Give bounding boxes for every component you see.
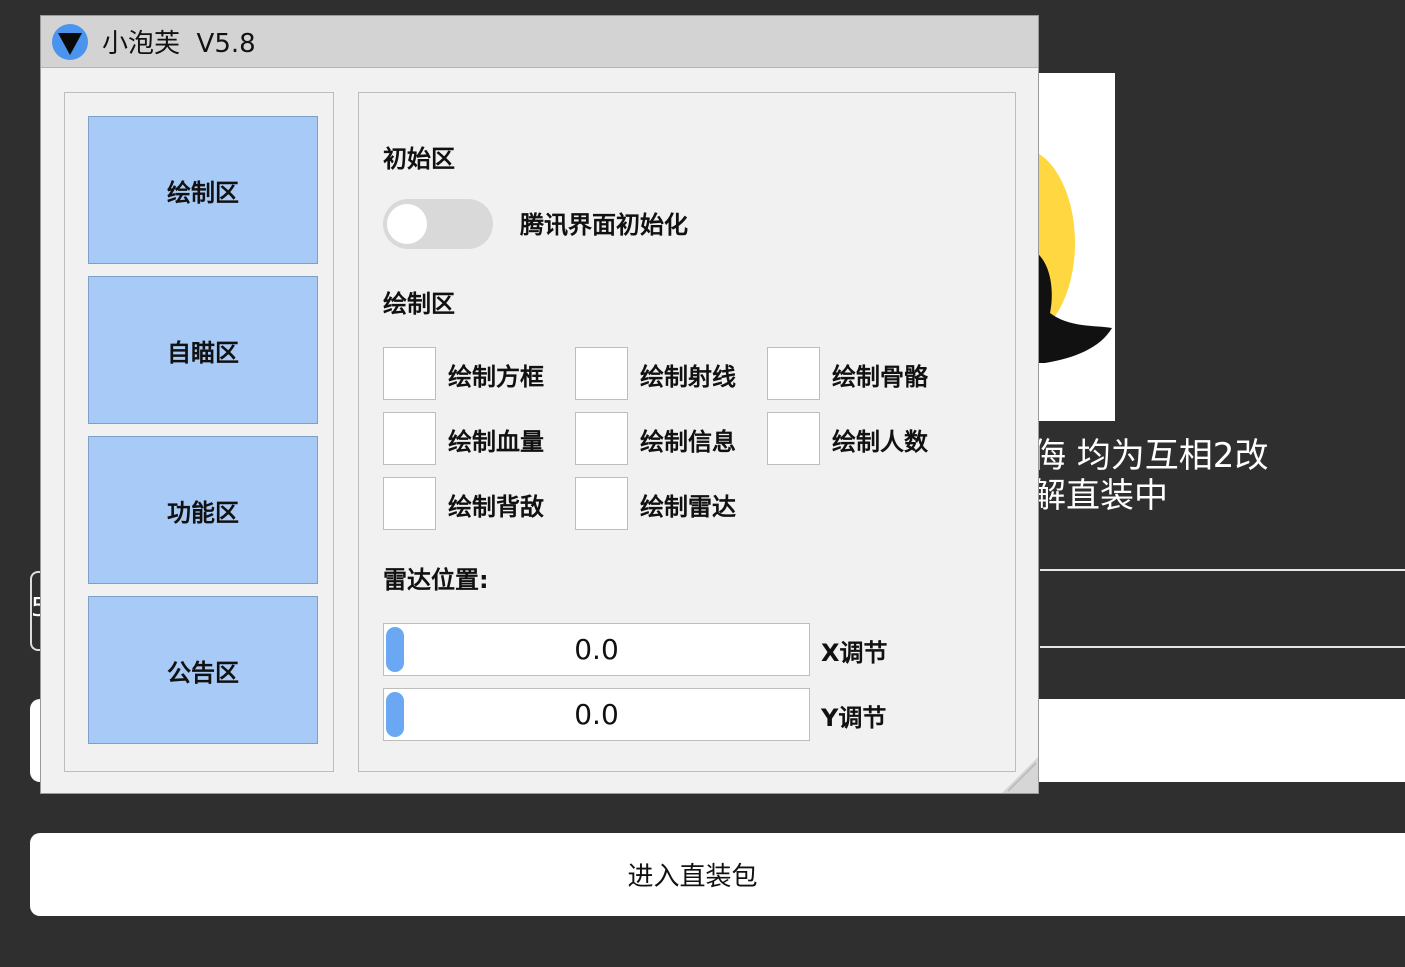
nav-draw-button[interactable]: 绘制区 bbox=[88, 116, 318, 264]
background-notice-line-1: 侮 均为互相2改 bbox=[1032, 436, 1269, 476]
checkbox-draw-info-label: 绘制信息 bbox=[640, 428, 736, 456]
ui-init-toggle[interactable] bbox=[383, 199, 493, 249]
content-panel: 初始区 腾讯界面初始化 绘制区 绘制方框 绘制射线 绘制骨骼 绘制血量 绘制信息… bbox=[358, 92, 1016, 772]
radar-section-title: 雷达位置: bbox=[383, 566, 489, 594]
checkbox-draw-radar[interactable] bbox=[575, 477, 628, 530]
checkbox-draw-behind-enemy[interactable] bbox=[383, 477, 436, 530]
checkbox-draw-ray[interactable] bbox=[575, 347, 628, 400]
checkbox-draw-count-label: 绘制人数 bbox=[832, 428, 928, 456]
checkbox-draw-count[interactable] bbox=[767, 412, 820, 465]
nav-draw-label: 绘制区 bbox=[167, 178, 239, 207]
radar-y-slider-value: 0.0 bbox=[574, 698, 619, 731]
checkbox-draw-health[interactable] bbox=[383, 412, 436, 465]
resize-grip-icon[interactable] bbox=[1002, 757, 1038, 793]
nav-panel: 绘制区 自瞄区 功能区 公告区 bbox=[64, 92, 334, 772]
enter-package-button[interactable]: 进入直装包 bbox=[30, 833, 1405, 916]
radar-x-slider[interactable]: 0.0 bbox=[383, 623, 810, 676]
checkbox-draw-behind-enemy-label: 绘制背敌 bbox=[448, 493, 544, 521]
nav-notice-label: 公告区 bbox=[167, 658, 239, 687]
radar-x-slider-value: 0.0 bbox=[574, 633, 619, 666]
down-triangle-icon bbox=[58, 32, 82, 55]
checkbox-draw-radar-label: 绘制雷达 bbox=[640, 493, 736, 521]
init-section-title: 初始区 bbox=[383, 145, 455, 173]
enter-package-button-label: 进入直装包 bbox=[627, 862, 758, 892]
nav-function-button[interactable]: 功能区 bbox=[88, 436, 318, 584]
app-logo-icon[interactable] bbox=[52, 23, 88, 60]
window-titlebar[interactable]: 小泡芙 V5.8 bbox=[41, 16, 1038, 68]
background-notice-line-2: 解直装中 bbox=[1032, 476, 1168, 516]
nav-aim-button[interactable]: 自瞄区 bbox=[88, 276, 318, 424]
checkbox-draw-info[interactable] bbox=[575, 412, 628, 465]
nav-notice-button[interactable]: 公告区 bbox=[88, 596, 318, 744]
draw-section-title: 绘制区 bbox=[383, 290, 455, 318]
radar-y-label: Y调节 bbox=[821, 704, 887, 732]
checkbox-draw-skeleton-label: 绘制骨骼 bbox=[832, 363, 928, 391]
nav-function-label: 功能区 bbox=[167, 498, 239, 527]
checkbox-draw-ray-label: 绘制射线 bbox=[640, 363, 736, 391]
window-title: 小泡芙 V5.8 bbox=[102, 29, 256, 59]
checkbox-draw-box-label: 绘制方框 bbox=[448, 363, 544, 391]
ui-init-toggle-label: 腾讯界面初始化 bbox=[520, 211, 688, 239]
background-divider-top bbox=[1040, 569, 1405, 571]
toggle-knob bbox=[387, 204, 427, 244]
radar-x-label: X调节 bbox=[821, 639, 888, 667]
radar-y-slider[interactable]: 0.0 bbox=[383, 688, 810, 741]
nav-aim-label: 自瞄区 bbox=[167, 338, 239, 367]
background-divider-bottom bbox=[1040, 646, 1405, 648]
checkbox-draw-skeleton[interactable] bbox=[767, 347, 820, 400]
checkbox-draw-box[interactable] bbox=[383, 347, 436, 400]
cheat-menu-window[interactable]: 小泡芙 V5.8 绘制区 自瞄区 功能区 公告区 初始区 腾讯界面初始化 绘制区… bbox=[40, 15, 1039, 794]
checkbox-draw-health-label: 绘制血量 bbox=[448, 428, 544, 456]
